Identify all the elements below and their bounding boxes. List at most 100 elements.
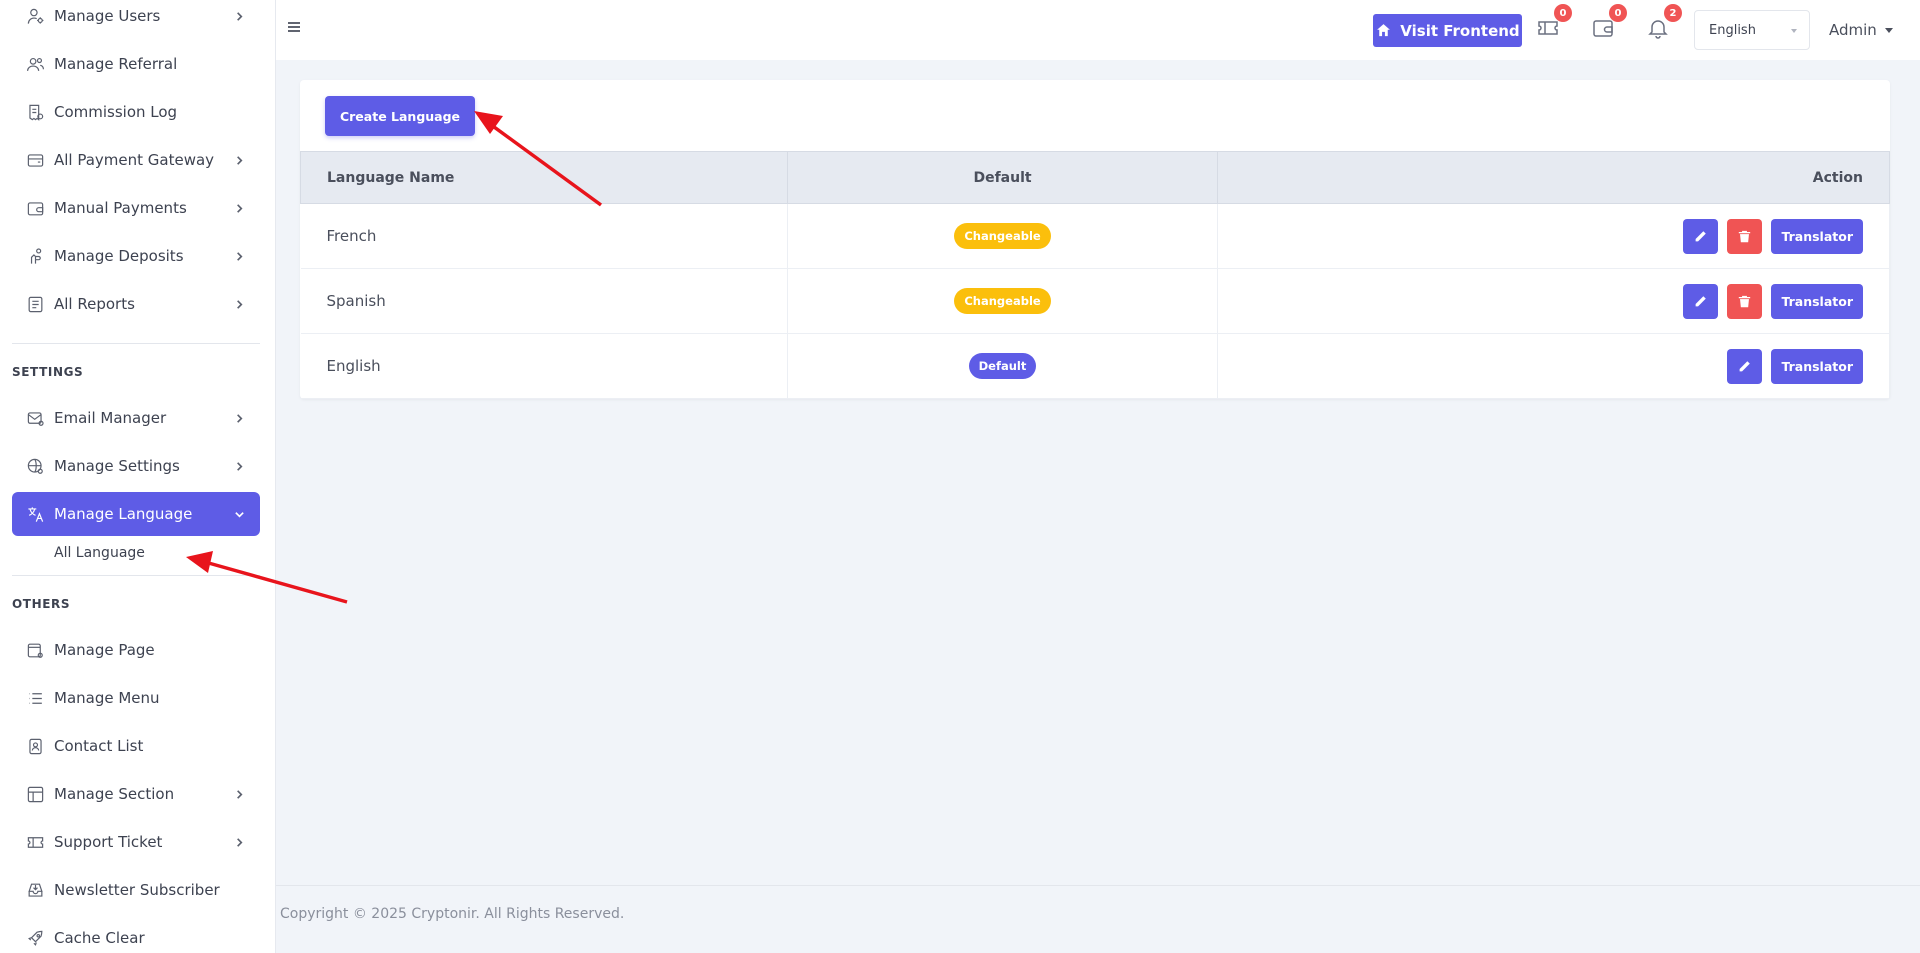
sidebar-item-manage-page[interactable]: Manage Page <box>12 628 260 672</box>
status-badge: Default <box>968 353 1037 379</box>
hamburger-menu-icon[interactable] <box>286 19 306 39</box>
ticket-count-badge: 0 <box>1554 4 1572 22</box>
wallet-icon <box>25 198 45 218</box>
default-cell: Default <box>787 333 1219 399</box>
chevron-down-icon <box>232 507 246 521</box>
table-row: English Default Translator <box>300 333 1890 399</box>
pencil-icon <box>1696 295 1707 306</box>
chevron-right-icon <box>232 9 246 23</box>
sidebar-divider <box>12 575 260 576</box>
sidebar-item-label: Manage Section <box>54 785 175 803</box>
translator-button[interactable]: Translator <box>1771 348 1863 384</box>
sidebar-item-manage-referral[interactable]: Manage Referral <box>12 42 260 86</box>
column-header-action: Action <box>1217 151 1890 204</box>
report-icon <box>25 294 45 314</box>
bell-notification-button[interactable]: 2 <box>1646 4 1682 44</box>
caret-down-icon <box>1791 29 1797 33</box>
sidebar-item-label: Support Ticket <box>54 833 163 851</box>
sidebar-item-newsletter-subscriber[interactable]: Newsletter Subscriber <box>12 868 260 912</box>
wallet-count-badge: 0 <box>1609 4 1627 22</box>
visit-frontend-button[interactable]: Visit Frontend <box>1373 14 1522 47</box>
sidebar-item-manage-settings[interactable]: Manage Settings <box>12 444 260 488</box>
sidebar-item-label: Manage Language <box>54 505 193 523</box>
column-header-default: Default <box>786 151 1219 204</box>
chevron-right-icon <box>232 835 246 849</box>
footer: Copyright © 2025 Cryptonir. All Rights R… <box>276 885 1920 953</box>
sidebar: Manage Users Manage Referral Commission … <box>0 0 276 953</box>
sidebar-item-cache-clear[interactable]: Cache Clear <box>12 916 260 953</box>
language-name-cell: Spanish <box>300 268 788 334</box>
sidebar-item-manage-menu[interactable]: Manage Menu <box>12 676 260 720</box>
sidebar-item-email-manager[interactable]: Email Manager <box>12 396 260 440</box>
table-row: French Changeable Translator <box>300 203 1890 269</box>
edit-button[interactable] <box>1727 348 1763 384</box>
copyright-text: Copyright © 2025 Cryptonir. All Rights R… <box>280 906 625 922</box>
sidebar-item-manage-deposits[interactable]: Manage Deposits <box>12 234 260 278</box>
sidebar-item-label: Manage Deposits <box>54 247 184 265</box>
column-header-language-name: Language Name <box>300 151 788 204</box>
table-header-row: Language Name Default Action <box>300 151 1890 204</box>
sidebar-item-label: Manage Menu <box>54 689 160 707</box>
sidebar-item-manage-users[interactable]: Manage Users <box>12 0 260 38</box>
sidebar-item-all-reports[interactable]: All Reports <box>12 282 260 326</box>
receipt-icon <box>25 102 45 122</box>
wallet-card-icon <box>25 150 45 170</box>
section-settings-heading: SETTINGS <box>12 365 84 379</box>
caret-down-icon <box>1884 27 1893 33</box>
language-select[interactable]: English <box>1694 10 1810 50</box>
sidebar-item-manage-language[interactable]: Manage Language <box>12 492 260 536</box>
notification-count-badge: 2 <box>1664 4 1682 22</box>
sidebar-item-label: All Payment Gateway <box>54 151 215 169</box>
chevron-right-icon <box>232 411 246 425</box>
create-language-button[interactable]: Create Language <box>325 96 475 136</box>
chevron-right-icon <box>232 787 246 801</box>
topbar: Visit Frontend 0 0 2 English Admin <box>276 0 1920 60</box>
users-icon <box>25 54 45 74</box>
chevron-right-icon <box>232 297 246 311</box>
hand-coin-icon <box>25 246 45 266</box>
sidebar-item-all-payment-gateway[interactable]: All Payment Gateway <box>12 138 260 182</box>
wallet-notification-button[interactable]: 0 <box>1591 4 1627 44</box>
language-name-cell: English <box>300 333 788 399</box>
chevron-right-icon <box>232 459 246 473</box>
sidebar-item-label: Manage Referral <box>54 55 178 73</box>
chevron-right-icon <box>232 201 246 215</box>
mail-settings-icon <box>25 408 45 428</box>
edit-button[interactable] <box>1683 218 1719 254</box>
default-cell: Changeable <box>787 268 1219 334</box>
home-icon <box>1377 24 1391 37</box>
status-badge: Changeable <box>954 223 1051 249</box>
trash-icon <box>1739 295 1751 307</box>
list-icon <box>25 688 45 708</box>
sidebar-item-support-ticket[interactable]: Support Ticket <box>12 820 260 864</box>
action-cell: Translator <box>1217 203 1890 269</box>
trash-icon <box>1739 230 1751 242</box>
translator-button[interactable]: Translator <box>1771 218 1863 254</box>
sidebar-item-manage-section[interactable]: Manage Section <box>12 772 260 816</box>
ticket-notification-button[interactable]: 0 <box>1536 4 1572 44</box>
sidebar-item-contact-list[interactable]: Contact List <box>12 724 260 768</box>
chevron-right-icon <box>232 153 246 167</box>
table-row: Spanish Changeable Translator <box>300 268 1890 334</box>
pencil-icon <box>1740 360 1751 371</box>
user-cog-icon <box>25 6 45 26</box>
sidebar-item-commission-log[interactable]: Commission Log <box>12 90 260 134</box>
translate-icon <box>25 504 45 524</box>
chevron-right-icon <box>232 249 246 263</box>
globe-settings-icon <box>25 456 45 476</box>
sidebar-item-manual-payments[interactable]: Manual Payments <box>12 186 260 230</box>
sidebar-divider <box>12 343 260 344</box>
admin-menu[interactable]: Admin <box>1829 21 1893 39</box>
delete-button[interactable] <box>1727 218 1763 254</box>
default-cell: Changeable <box>787 203 1219 269</box>
sidebar-item-label: Manage Users <box>54 7 161 25</box>
page-settings-icon <box>25 640 45 660</box>
action-cell: Translator <box>1217 333 1890 399</box>
edit-button[interactable] <box>1683 283 1719 319</box>
translator-button[interactable]: Translator <box>1771 283 1863 319</box>
delete-button[interactable] <box>1727 283 1763 319</box>
rocket-icon <box>25 928 45 948</box>
language-select-value: English <box>1709 22 1756 38</box>
sidebar-subitem-all-language[interactable]: All Language <box>54 545 145 561</box>
pencil-icon <box>1696 230 1707 241</box>
